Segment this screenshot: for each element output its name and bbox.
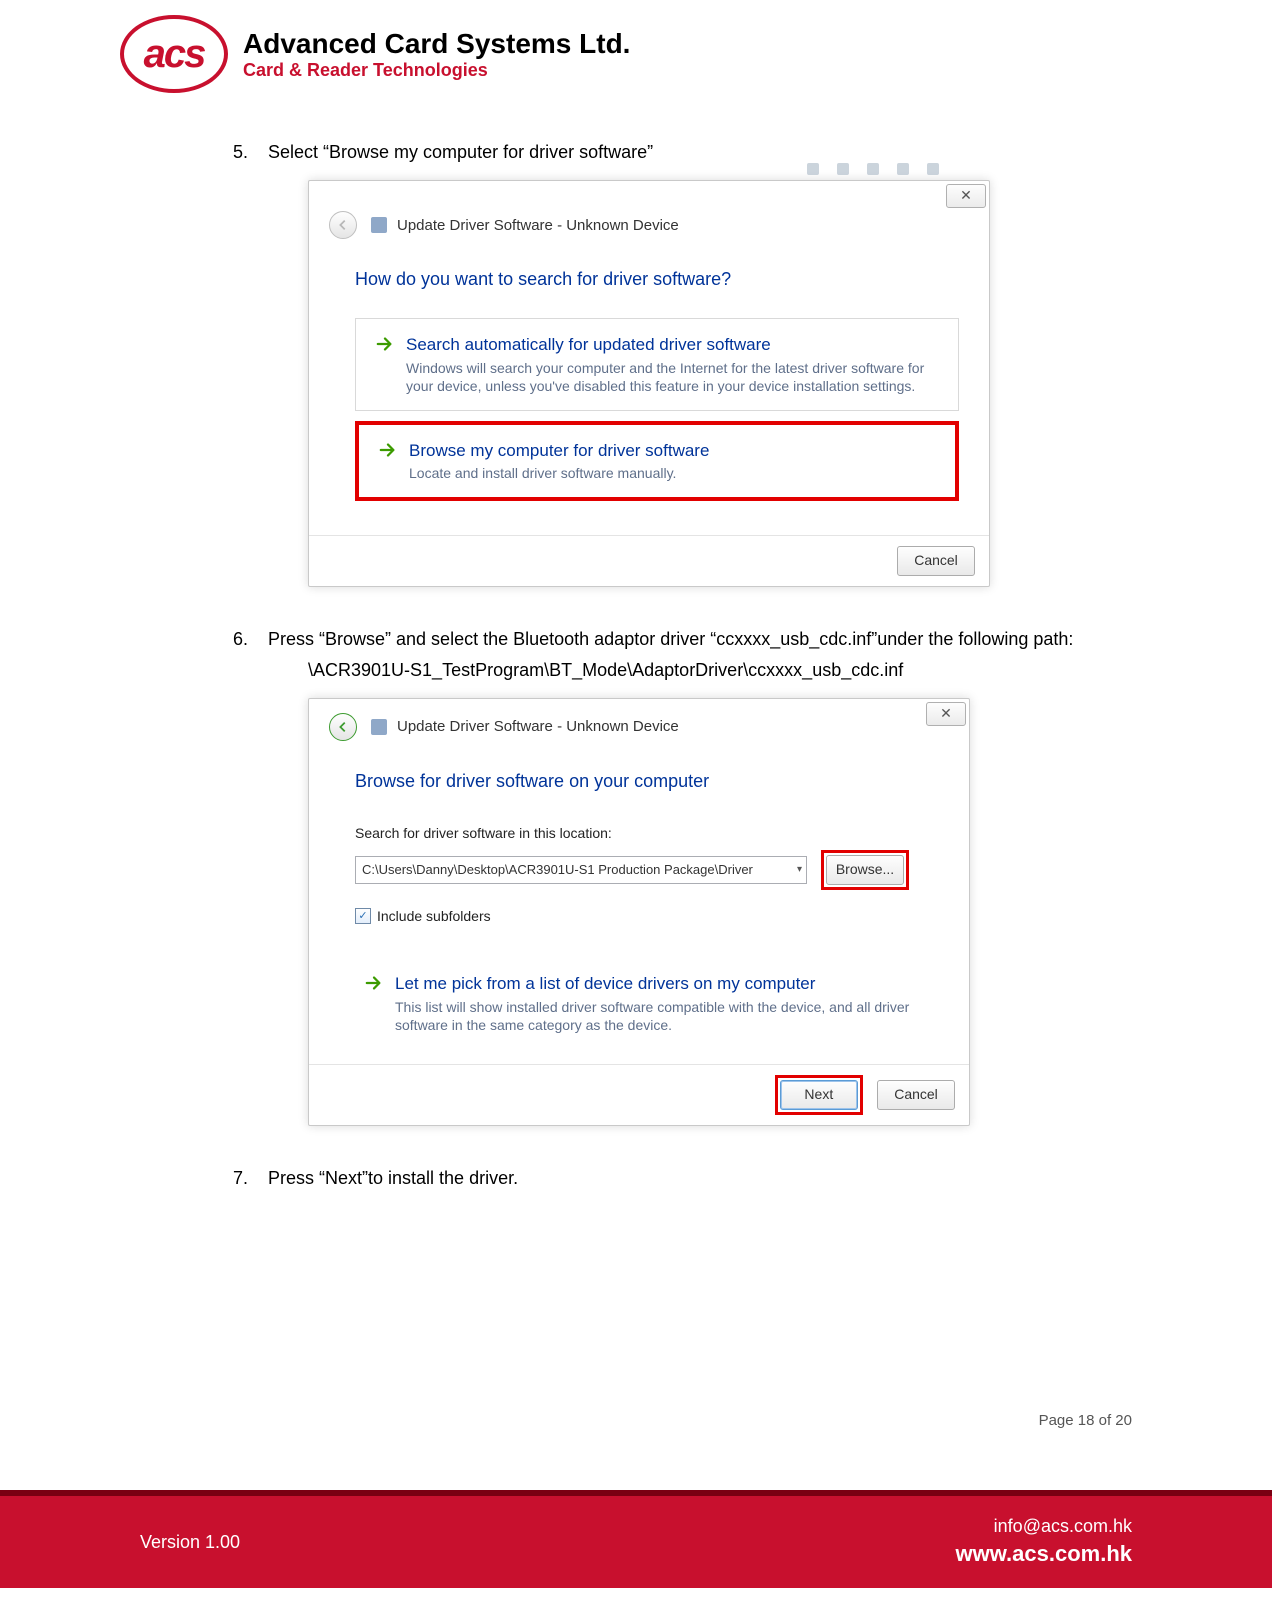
dialog-title: Update Driver Software - Unknown Device (397, 215, 679, 236)
chevron-down-icon[interactable]: ▾ (797, 863, 802, 877)
search-location-label: Search for driver software in this locat… (355, 824, 939, 844)
path-value: C:\Users\Danny\Desktop\ACR3901U-S1 Produ… (362, 861, 753, 879)
device-icon (371, 719, 387, 735)
step-number: 7. (233, 1166, 248, 1191)
arrow-right-icon (379, 441, 397, 459)
step-number: 6. (233, 627, 248, 652)
step-number: 5. (233, 140, 248, 165)
back-icon[interactable] (329, 211, 357, 239)
dialog-title: Update Driver Software - Unknown Device (397, 716, 679, 737)
company-name: Advanced Card Systems Ltd. (243, 28, 630, 60)
next-button[interactable]: Next (780, 1080, 858, 1110)
dialog-browse-driver: ✕ Update Driver Software - Unknown Devic… (308, 698, 970, 1126)
option-pick-from-list[interactable]: Let me pick from a list of device driver… (355, 966, 939, 1040)
option-description: This list will show installed driver sof… (395, 998, 929, 1034)
back-icon[interactable] (329, 713, 357, 741)
option-browse-computer[interactable]: Browse my computer for driver software L… (355, 421, 959, 501)
checkmark-icon: ✓ (355, 908, 371, 924)
option-description: Locate and install driver software manua… (409, 464, 709, 482)
company-tagline: Card & Reader Technologies (243, 60, 630, 81)
page-footer: Version 1.00 info@acs.com.hk www.acs.com… (0, 1490, 1272, 1614)
device-icon (371, 217, 387, 233)
step-6-path: \ACR3901U-S1_TestProgram\BT_Mode\Adaptor… (308, 658, 1153, 683)
website-url: www.acs.com.hk (956, 1539, 1132, 1570)
contact-email: info@acs.com.hk (956, 1514, 1132, 1539)
version-label: Version 1.00 (140, 1532, 240, 1553)
option-search-auto[interactable]: Search automatically for updated driver … (355, 318, 959, 410)
dialog-heading: How do you want to search for driver sof… (355, 267, 959, 292)
window-decoration (807, 163, 939, 179)
cancel-button[interactable]: Cancel (877, 1080, 955, 1110)
highlight-browse: Browse... (821, 850, 909, 890)
option-description: Windows will search your computer and th… (406, 359, 942, 395)
checkbox-label: Include subfolders (377, 907, 491, 927)
step-7-text: Press “Next”to install the driver. (268, 1168, 518, 1188)
step-6-text: Press “Browse” and select the Bluetooth … (268, 627, 1153, 652)
include-subfolders-checkbox[interactable]: ✓ Include subfolders (355, 907, 491, 927)
logo-icon: acs (120, 15, 228, 93)
dialog-update-driver-search: ✕ Update Driver Software - Unknown Devic… (308, 180, 990, 586)
driver-path-input[interactable]: C:\Users\Danny\Desktop\ACR3901U-S1 Produ… (355, 856, 807, 884)
highlight-next: Next (775, 1075, 863, 1115)
option-title: Search automatically for updated driver … (406, 333, 942, 357)
option-title: Let me pick from a list of device driver… (395, 972, 929, 996)
page-header: acs Advanced Card Systems Ltd. Card & Re… (120, 15, 630, 93)
step-5-text: Select “Browse my computer for driver so… (268, 142, 653, 162)
cancel-button[interactable]: Cancel (897, 546, 975, 576)
arrow-right-icon (376, 335, 394, 353)
browse-button[interactable]: Browse... (826, 855, 904, 885)
page-number: Page 18 of 20 (1039, 1412, 1132, 1429)
dialog-heading: Browse for driver software on your compu… (355, 769, 939, 794)
arrow-right-icon (365, 974, 383, 992)
option-title: Browse my computer for driver software (409, 439, 709, 463)
